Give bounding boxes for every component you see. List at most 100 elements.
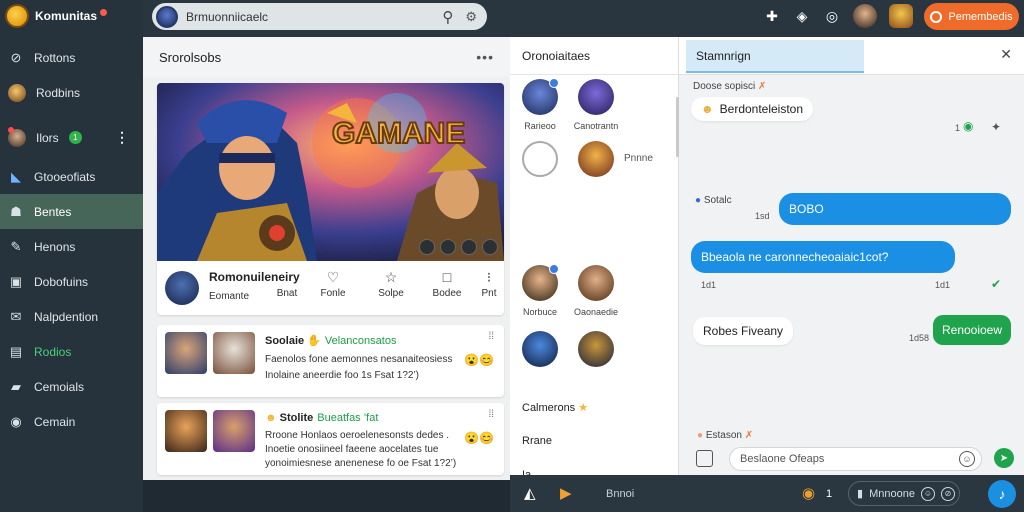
top-icons: ✚ ◈ ◎: [763, 4, 913, 28]
sidebar-item-label: Cemain: [34, 414, 76, 429]
sidebar-item-gtooeofiats[interactable]: ◣ Gtooeofiats: [0, 159, 143, 194]
sidebar-item-cemain[interactable]: ◉ Cemain: [0, 404, 143, 439]
sidebar-item-label: Cemoials: [34, 379, 85, 394]
sidebar-item-rodbins[interactable]: Rodbins: [0, 75, 143, 110]
emoji-icon[interactable]: ☺: [959, 451, 975, 467]
search-icon[interactable]: ⚲: [442, 8, 453, 26]
brand[interactable]: Komunitas: [0, 0, 143, 32]
friend-item[interactable]: [510, 141, 570, 177]
search-input[interactable]: Brmuonniicaelc: [186, 10, 442, 24]
feed-title: Srorolsobs: [159, 49, 222, 65]
action-label: Pnt: [481, 288, 497, 299]
post-card[interactable]: GAMANE Romonuileneiry Eomante Bnat ♡ Fon…: [157, 83, 504, 315]
title-text: Soolaie: [265, 335, 305, 347]
friend-item[interactable]: [566, 331, 626, 367]
folder-icon: ▰: [11, 378, 21, 394]
friend-name: Rarieoo: [524, 121, 556, 131]
footer-name-text: Estason: [705, 430, 742, 441]
coin-icon[interactable]: ◉: [802, 484, 815, 502]
status-pill[interactable]: ▮ Mnnoone ☺ ⊘: [848, 481, 960, 506]
group-label: Calmerons ★: [522, 401, 588, 414]
user-avatar-icon: [8, 126, 26, 147]
sidebar-item-rodios[interactable]: ▤ Rodios: [0, 334, 143, 369]
sidebar-item-bentes[interactable]: ☗ Bentes: [0, 194, 143, 229]
bell-icon[interactable]: ◈: [793, 8, 811, 25]
action-fonle[interactable]: ♡ Fonle: [313, 270, 353, 299]
friend-item[interactable]: Norbuce: [510, 264, 570, 317]
section-label[interactable]: Rrane: [522, 435, 552, 447]
sender-name: ● Sotalc: [695, 195, 732, 206]
item-tag: Bueatfas ’fat: [317, 412, 379, 424]
save-icon[interactable]: [461, 239, 477, 255]
item-line: yonoimiesnese anenenese fo oe Fsat 1?2’): [265, 458, 457, 469]
item-tag: Velanconsatos: [324, 335, 397, 347]
friend-item[interactable]: [510, 331, 570, 367]
sidebar-item-label: Gtooeofiats: [34, 169, 96, 184]
attach-icon[interactable]: [696, 450, 713, 467]
friend-avatar: [578, 141, 614, 177]
sidebar-item-henons[interactable]: ✎ Henons: [0, 229, 143, 264]
chat-input[interactable]: Beslaone Ofeaps ☺: [729, 447, 982, 471]
action-bnat[interactable]: Bnat: [267, 270, 307, 299]
thumbnail: [165, 332, 207, 374]
friend-avatar: [578, 331, 614, 367]
close-icon[interactable]: ✕: [1000, 46, 1012, 63]
friend-avatar: [522, 78, 559, 115]
play-icon[interactable]: ▶: [560, 484, 572, 502]
item-title: Soolaie ✋ Velanconsatos: [265, 334, 396, 347]
sidebar-item-cemoials[interactable]: ▰ Cemoials: [0, 369, 143, 404]
grid-icon[interactable]: ⁞⁞: [488, 331, 494, 342]
message-time: 1d1: [701, 280, 717, 290]
smile-icon: ☻: [265, 412, 277, 424]
friend-item[interactable]: Canotrantn: [566, 79, 626, 131]
sidebar-item-dobofuins[interactable]: ▣ Dobofuins: [0, 264, 143, 299]
primary-action-button[interactable]: Pemembedis: [924, 3, 1019, 30]
friends-title: Oronoiaitaes: [510, 37, 678, 75]
friend-item[interactable]: Rarieoo: [510, 78, 570, 131]
pill-label: Mnnoone: [869, 487, 915, 500]
friend-name: Norbuce: [522, 307, 558, 317]
tab-chat[interactable]: Stamnrign: [686, 40, 864, 73]
count-badge: 1: [68, 131, 82, 144]
action-solpe[interactable]: ☆ Solpe: [371, 270, 411, 299]
puzzle-icon[interactable]: ✚: [763, 8, 781, 25]
search-bar[interactable]: Brmuonniicaelc ⚲ ⚙: [152, 3, 487, 30]
friend-name: Oaonaedie: [573, 307, 619, 317]
home-icon[interactable]: ◭: [524, 484, 536, 502]
more-icon[interactable]: [482, 239, 498, 255]
friend-item[interactable]: [566, 141, 626, 177]
brand-name: Komunitas: [35, 9, 98, 23]
tag-icon: ✗: [744, 430, 754, 441]
emoji-icon[interactable]: 😮😊: [464, 431, 494, 445]
action-pnt[interactable]: ⁝ Pnt: [469, 270, 504, 299]
reaction-icon[interactable]: ✦: [991, 120, 1001, 134]
emoji-icon[interactable]: 😮😊: [464, 353, 494, 367]
block-icon[interactable]: ⊘: [940, 486, 955, 501]
feed-header: Srorolsobs •••: [143, 37, 510, 77]
friend-item[interactable]: Oaonaedie: [566, 265, 626, 317]
like-icon[interactable]: [440, 239, 456, 255]
list-item[interactable]: ☻ Stolite Bueatfas ’fat Rroone Honlaos oe…: [157, 403, 504, 475]
more-options-icon[interactable]: ⋮: [115, 129, 129, 146]
grid-icon[interactable]: ⁞⁞: [488, 409, 494, 420]
sidebar-item-rottons[interactable]: ⊘ Rottons: [0, 40, 143, 75]
message-icon[interactable]: ◎: [823, 8, 841, 25]
sidebar-item-nalpdention[interactable]: ✉ Nalpdention: [0, 299, 143, 334]
chart-icon: ▤: [9, 343, 23, 359]
user-avatar[interactable]: [156, 5, 178, 28]
list-item[interactable]: Soolaie ✋ Velanconsatos Faenolos fone aem…: [157, 325, 504, 397]
profile-avatar[interactable]: [853, 4, 877, 28]
emoji-icon[interactable]: ☺: [920, 486, 935, 501]
share-icon[interactable]: [419, 239, 435, 255]
post-hero-image[interactable]: GAMANE: [157, 83, 504, 261]
voice-button[interactable]: ♪: [988, 480, 1016, 508]
gear-icon[interactable]: ⚙: [465, 9, 477, 25]
author-avatar[interactable]: [165, 271, 199, 305]
more-options-icon[interactable]: •••: [476, 49, 494, 65]
action-bodee[interactable]: □ Bodee: [427, 270, 467, 299]
friend-avatar: [578, 79, 614, 115]
character-avatar[interactable]: [889, 4, 913, 28]
sidebar-item-ilors[interactable]: Ilors 1 ⋮: [0, 120, 143, 155]
send-button[interactable]: ➤: [994, 448, 1014, 468]
user-icon: ●: [695, 195, 702, 206]
